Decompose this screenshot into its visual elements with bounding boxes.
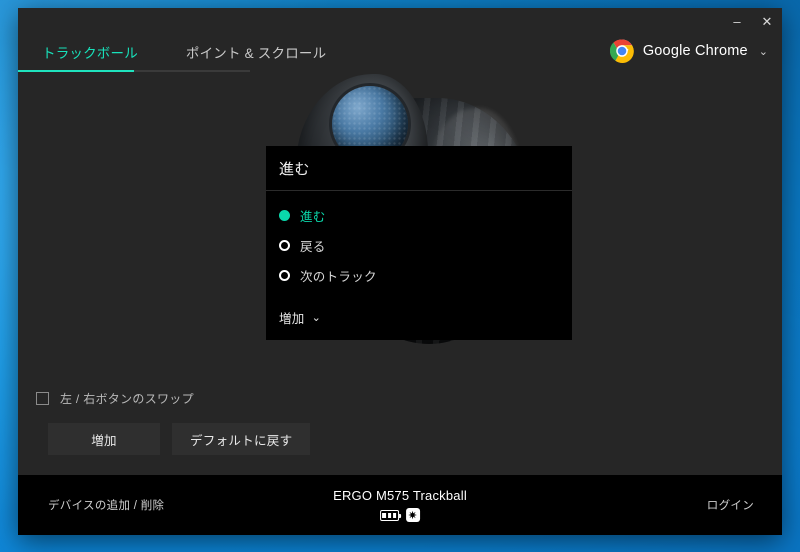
account-menu[interactable]: Google Chrome ⌄	[609, 39, 768, 63]
tab-point-and-scroll[interactable]: ポイント & スクロール	[162, 42, 350, 62]
tab-bar: トラックボール ポイント & スクロール	[18, 34, 350, 70]
checkbox-icon[interactable]	[36, 392, 49, 405]
unifying-receiver-icon	[405, 508, 420, 522]
add-button[interactable]: 増加	[48, 423, 160, 455]
radio-icon-selected	[279, 209, 290, 221]
popover-title: 進む	[279, 160, 310, 178]
radio-icon	[279, 239, 290, 251]
device-status: ERGO M575 Trackball	[333, 488, 467, 522]
button-assignment-popover: 進む 進む 戻る 次のトラック 増加 ⌄	[266, 146, 572, 340]
chevron-down-icon: ⌄	[311, 312, 321, 324]
restore-defaults-button[interactable]: デフォルトに戻す	[172, 423, 311, 455]
main-stage: 進む 進む 戻る 次のトラック 増加 ⌄ 左 / 右ボタンのスワップ 増加 デフ…	[18, 72, 782, 475]
chrome-logo-icon	[609, 39, 634, 63]
popover-more-link[interactable]: 増加 ⌄	[266, 300, 572, 340]
minimize-button[interactable]: –	[722, 9, 752, 33]
add-remove-device-link[interactable]: デバイスの追加 / 削除	[48, 497, 164, 513]
radio-option-label: 次のトラック	[300, 269, 377, 284]
radio-option-back[interactable]: 戻る	[279, 234, 572, 256]
radio-option-label: 進む	[300, 209, 326, 224]
application-window: – ✕ トラックボール ポイント & スクロール Google Chrome ⌄…	[18, 8, 782, 535]
radio-option-next-track[interactable]: 次のトラック	[279, 264, 572, 286]
device-status-icons	[333, 508, 467, 522]
swap-buttons-label: 左 / 右ボタンのスワップ	[60, 392, 194, 406]
stage-button-row: 増加 デフォルトに戻す	[48, 423, 311, 455]
battery-full-icon	[379, 509, 402, 521]
radio-option-label: 戻る	[300, 239, 326, 254]
close-button[interactable]: ✕	[752, 9, 782, 33]
radio-option-forward[interactable]: 進む	[279, 204, 572, 226]
login-link[interactable]: ログイン	[707, 497, 754, 513]
swap-buttons-checkbox-row[interactable]: 左 / 右ボタンのスワップ	[36, 390, 194, 407]
device-name: ERGO M575 Trackball	[333, 488, 467, 503]
popover-header: 進む	[266, 146, 572, 191]
tab-trackball[interactable]: トラックボール	[18, 42, 162, 62]
window-controls: – ✕	[722, 8, 782, 34]
popover-more-label: 増加	[279, 312, 305, 326]
footer-bar: デバイスの追加 / 削除 ERGO M575 Trackball ログイン	[18, 475, 782, 535]
account-label: Google Chrome	[642, 43, 748, 59]
title-bar: – ✕ トラックボール ポイント & スクロール Google Chrome ⌄	[18, 8, 782, 72]
chevron-down-icon: ⌄	[758, 45, 768, 58]
popover-options-list: 進む 戻る 次のトラック	[266, 191, 572, 300]
radio-icon	[279, 269, 290, 281]
